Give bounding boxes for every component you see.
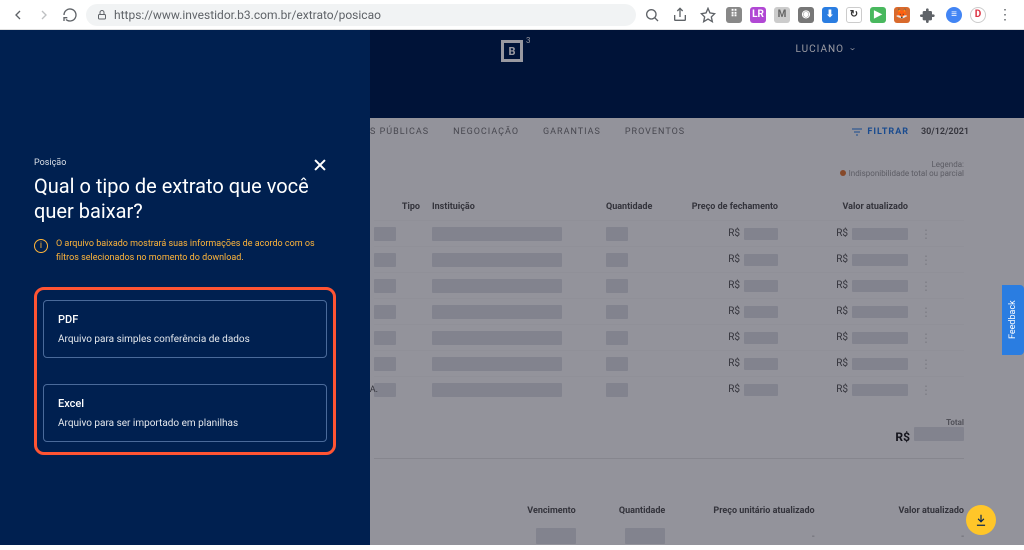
back-button[interactable] — [8, 5, 28, 25]
option-excel[interactable]: Excel Arquivo para ser importado em plan… — [43, 384, 327, 442]
avatar[interactable]: D — [970, 7, 986, 23]
feedback-tab[interactable]: Feedback — [1002, 285, 1024, 355]
option-title: PDF — [58, 313, 312, 326]
download-icon — [974, 513, 988, 527]
ext-icon[interactable]: ◉ — [798, 7, 814, 23]
options-highlight: PDF Arquivo para simples conferência de … — [34, 287, 336, 455]
star-icon[interactable] — [698, 5, 718, 25]
option-desc: Arquivo para ser importado em planilhas — [58, 418, 312, 429]
reload-button[interactable] — [60, 5, 80, 25]
download-modal: Posição Qual o tipo de extrato que você … — [0, 30, 370, 545]
browser-chrome: https://www.investidor.b3.com.br/extrato… — [0, 0, 1024, 30]
download-fab[interactable] — [966, 505, 996, 535]
search-icon[interactable] — [642, 5, 662, 25]
option-desc: Arquivo para simples conferência de dado… — [58, 334, 312, 345]
breadcrumb: Posição — [34, 158, 336, 168]
ext-icon[interactable]: ≡ — [946, 7, 962, 23]
ext-icon[interactable]: LR — [750, 7, 766, 23]
option-title: Excel — [58, 397, 312, 410]
address-bar[interactable]: https://www.investidor.b3.com.br/extrato… — [86, 4, 636, 26]
ext-icon[interactable]: ▶ — [870, 7, 886, 23]
info-icon: i — [34, 239, 48, 253]
forward-button[interactable] — [34, 5, 54, 25]
more-menu[interactable]: ⋮ — [994, 7, 1016, 23]
url-text: https://www.investidor.b3.com.br/extrato… — [114, 8, 381, 22]
extension-icons: ⠿ LR M ◉ ⬇ ↻ ▶ 🦊 ≡ D ⋮ — [642, 5, 1016, 25]
page: B 3 LUCIANO › S PÚBLICAS NEGOCIAÇÃO GARA… — [0, 30, 1024, 545]
share-icon[interactable] — [670, 5, 690, 25]
ext-icon[interactable]: ↻ — [846, 7, 862, 23]
lock-icon — [96, 9, 108, 21]
ext-icon[interactable]: ⬇ — [822, 7, 838, 23]
option-pdf[interactable]: PDF Arquivo para simples conferência de … — [43, 300, 327, 358]
modal-title: Qual o tipo de extrato que você quer bai… — [34, 174, 314, 224]
ext-icon[interactable]: ⠿ — [726, 7, 742, 23]
modal-info: O arquivo baixado mostrará suas informaç… — [56, 238, 336, 265]
ext-icon[interactable]: 🦊 — [894, 7, 910, 23]
puzzle-icon[interactable] — [918, 5, 938, 25]
ext-icon[interactable]: M — [774, 7, 790, 23]
